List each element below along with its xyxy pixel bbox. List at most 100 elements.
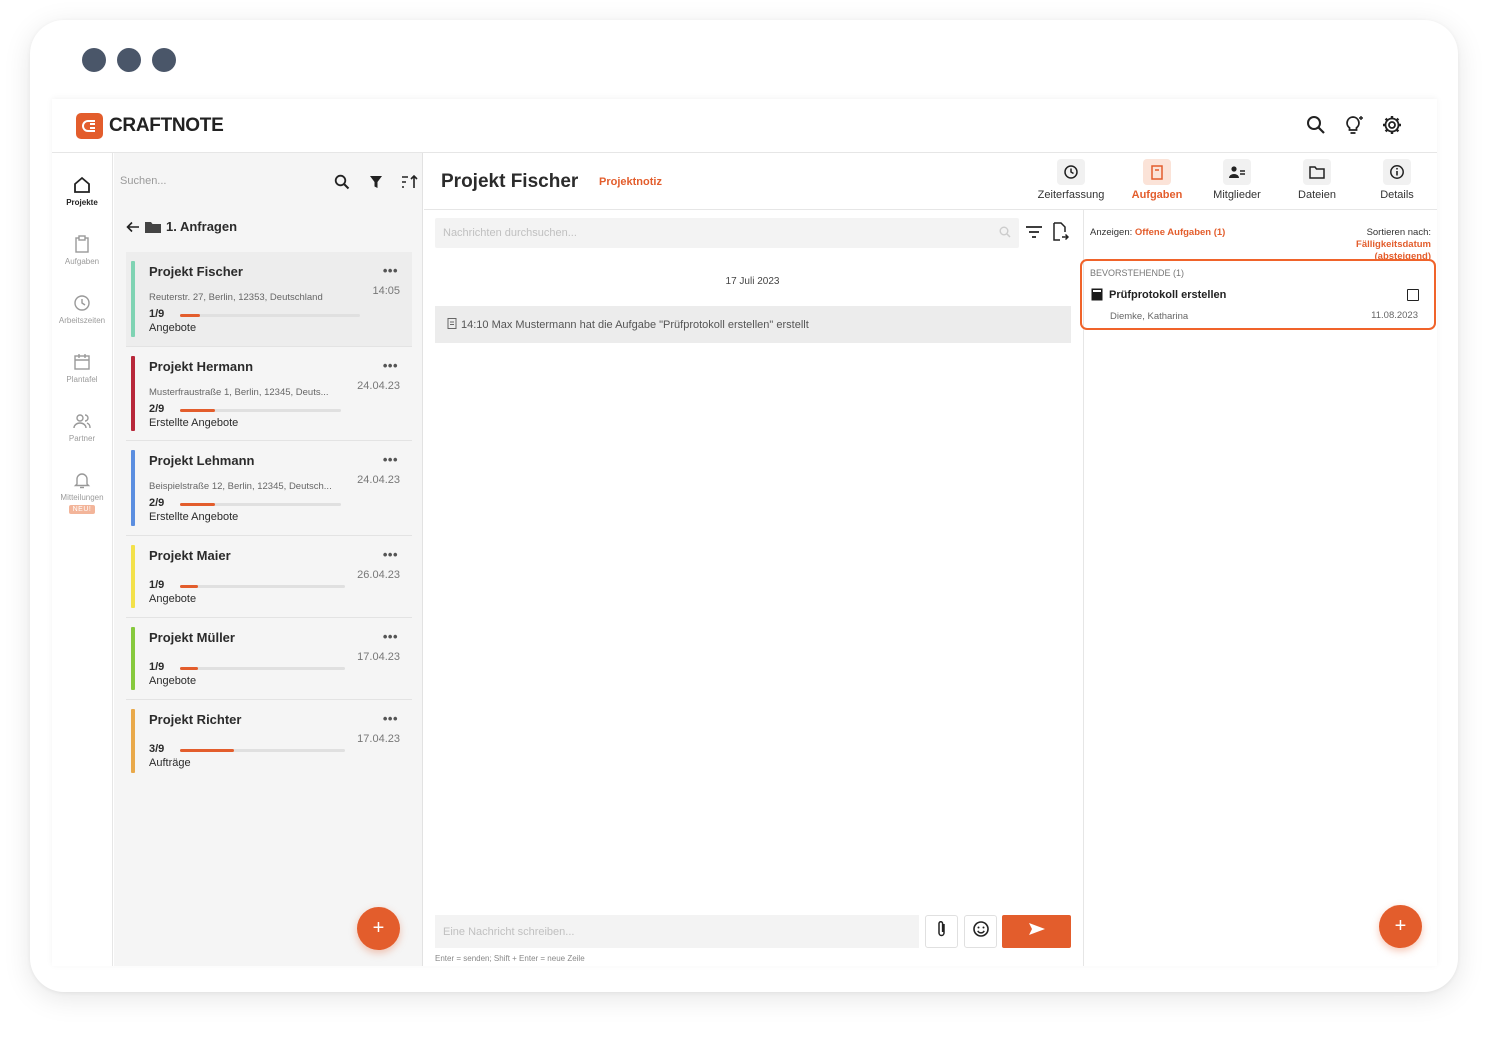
send-button[interactable] bbox=[1002, 915, 1071, 948]
sort-icon[interactable] bbox=[400, 172, 420, 192]
project-tabs: Zeiterfassung Aufgaben Mitglieder Dateie… bbox=[1025, 159, 1437, 201]
search-icon[interactable] bbox=[1305, 114, 1327, 136]
add-task-button[interactable]: + bbox=[1379, 905, 1422, 948]
window-dot[interactable] bbox=[117, 48, 141, 72]
project-color-bar bbox=[131, 261, 135, 337]
smiley-icon bbox=[972, 920, 990, 943]
folder-icon bbox=[145, 221, 161, 233]
window-dot[interactable] bbox=[82, 48, 106, 72]
progress-bar bbox=[180, 409, 341, 412]
project-progress-count: 1/9 bbox=[149, 579, 165, 591]
more-icon[interactable]: ••• bbox=[383, 629, 398, 644]
project-date: 17.04.23 bbox=[357, 651, 400, 663]
tab-dateien[interactable]: Dateien bbox=[1277, 159, 1357, 201]
search-icon[interactable] bbox=[999, 226, 1011, 241]
composer-hint: Enter = senden; Shift + Enter = neue Zei… bbox=[435, 954, 585, 963]
tab-mitglieder[interactable]: Mitglieder bbox=[1197, 159, 1277, 201]
task-checkbox[interactable] bbox=[1407, 289, 1419, 301]
project-date: 24.04.23 bbox=[357, 474, 400, 486]
project-card[interactable]: Projekt Müller ••• 17.04.23 1/9 Angebote bbox=[126, 618, 412, 700]
add-project-button[interactable]: + bbox=[357, 907, 400, 950]
window-frame: CRAFTNOTE Projekte Aufgaben Arbeitszeite… bbox=[30, 20, 1458, 992]
page-title: Projekt Fischer bbox=[441, 171, 579, 192]
more-icon[interactable]: ••• bbox=[383, 358, 398, 373]
more-icon[interactable]: ••• bbox=[383, 547, 398, 562]
tab-aufgaben[interactable]: Aufgaben bbox=[1117, 159, 1197, 201]
project-card[interactable]: Projekt Fischer ••• 14:05 Reuterstr. 27,… bbox=[126, 252, 412, 347]
project-progress-count: 3/9 bbox=[149, 743, 165, 755]
filter-label: Anzeigen: bbox=[1090, 227, 1133, 238]
home-icon bbox=[72, 175, 92, 195]
nav-item-plantafel[interactable]: Plantafel bbox=[52, 352, 112, 384]
bell-icon bbox=[72, 470, 92, 490]
task-icon bbox=[1091, 288, 1103, 306]
project-color-bar bbox=[131, 450, 135, 526]
sort-value[interactable]: Fälligkeitsdatum bbox=[1356, 239, 1431, 251]
calendar-icon bbox=[72, 352, 92, 372]
members-icon bbox=[1223, 159, 1251, 185]
lightbulb-icon[interactable] bbox=[1343, 114, 1365, 136]
tasks-sort[interactable]: Sortieren nach: Fälligkeitsdatum (abstei… bbox=[1356, 227, 1431, 263]
nav-item-partner[interactable]: Partner bbox=[52, 411, 112, 443]
project-card[interactable]: Projekt Maier ••• 26.04.23 1/9 Angebote bbox=[126, 536, 412, 618]
search-input[interactable]: Suchen... bbox=[120, 175, 166, 187]
message-search-input[interactable]: Nachrichten durchsuchen... bbox=[435, 218, 1019, 248]
progress-fill bbox=[180, 585, 199, 588]
project-card[interactable]: Projekt Lehmann ••• 24.04.23 Beispielstr… bbox=[126, 441, 412, 536]
search-icon[interactable] bbox=[332, 172, 352, 192]
progress-bar bbox=[180, 585, 345, 588]
breadcrumb[interactable]: 1. Anfragen bbox=[126, 219, 237, 234]
clipboard-icon bbox=[1143, 159, 1171, 185]
tab-details[interactable]: Details bbox=[1357, 159, 1437, 201]
project-name: Projekt Fischer bbox=[149, 264, 243, 279]
nav-item-arbeitszeiten[interactable]: Arbeitszeiten bbox=[52, 293, 112, 325]
emoji-button[interactable] bbox=[964, 915, 997, 948]
arrow-left-icon[interactable] bbox=[126, 221, 140, 233]
export-file-icon[interactable] bbox=[1050, 222, 1070, 242]
more-icon[interactable]: ••• bbox=[383, 711, 398, 726]
progress-bar bbox=[180, 749, 345, 752]
more-icon[interactable]: ••• bbox=[383, 452, 398, 467]
project-card[interactable]: Projekt Hermann ••• 24.04.23 Musterfraus… bbox=[126, 347, 412, 441]
tab-label: Aufgaben bbox=[1131, 189, 1183, 201]
system-message: 14:10 Max Mustermann hat die Aufgabe "Pr… bbox=[435, 306, 1071, 343]
project-name: Projekt Hermann bbox=[149, 359, 254, 374]
project-color-bar bbox=[131, 545, 135, 608]
gear-icon[interactable] bbox=[1381, 114, 1403, 136]
progress-fill bbox=[180, 667, 199, 670]
progress-fill bbox=[180, 314, 200, 317]
nav-item-projekte[interactable]: Projekte bbox=[52, 175, 112, 207]
filter-value[interactable]: Offene Aufgaben (1) bbox=[1135, 227, 1225, 238]
task-group-upcoming: BEVORSTEHENDE (1) Prüfprotokoll erstelle… bbox=[1080, 259, 1436, 330]
topbar-actions bbox=[1305, 114, 1403, 136]
search-placeholder: Nachrichten durchsuchen... bbox=[443, 227, 577, 239]
tasks-filter[interactable]: Anzeigen: Offene Aufgaben (1) bbox=[1090, 227, 1225, 238]
clock-icon bbox=[1057, 159, 1085, 185]
project-status: Angebote bbox=[149, 593, 197, 605]
filter-icon[interactable] bbox=[366, 172, 386, 192]
project-status: Erstellte Angebote bbox=[149, 511, 239, 523]
project-address: Musterfraustraße 1, Berlin, 12345, Deuts… bbox=[149, 387, 329, 398]
task-name[interactable]: Prüfprotokoll erstellen bbox=[1109, 289, 1226, 301]
paperclip-icon bbox=[936, 920, 948, 943]
attach-button[interactable] bbox=[925, 915, 958, 948]
project-card[interactable]: Projekt Richter ••• 17.04.23 3/9 Aufträg… bbox=[126, 700, 412, 782]
task-assignee: Diemke, Katharina bbox=[1110, 311, 1189, 322]
main-nav: Projekte Aufgaben Arbeitszeiten Plantafe… bbox=[52, 153, 113, 966]
folder-name: 1. Anfragen bbox=[166, 219, 238, 234]
nav-item-aufgaben[interactable]: Aufgaben bbox=[52, 234, 112, 266]
app: CRAFTNOTE Projekte Aufgaben Arbeitszeite… bbox=[52, 99, 1437, 966]
filter-lines-icon[interactable] bbox=[1024, 222, 1044, 242]
project-subtitle[interactable]: Projektnotiz bbox=[599, 176, 662, 188]
nav-label: Plantafel bbox=[66, 375, 98, 384]
logo[interactable]: CRAFTNOTE bbox=[76, 113, 224, 139]
tab-zeiterfassung[interactable]: Zeiterfassung bbox=[1025, 159, 1117, 201]
message-input[interactable]: Eine Nachricht schreiben... bbox=[435, 915, 919, 948]
more-icon[interactable]: ••• bbox=[383, 263, 398, 278]
project-list-panel: Suchen... 1. Anfragen Projekt Fischer ••… bbox=[114, 153, 423, 966]
window-dot[interactable] bbox=[152, 48, 176, 72]
nav-label: Arbeitszeiten bbox=[58, 316, 106, 325]
project-status: Angebote bbox=[149, 322, 197, 334]
nav-item-mitteilungen[interactable]: Mitteilungen NEU! bbox=[52, 470, 112, 514]
project-date: 26.04.23 bbox=[357, 569, 400, 581]
